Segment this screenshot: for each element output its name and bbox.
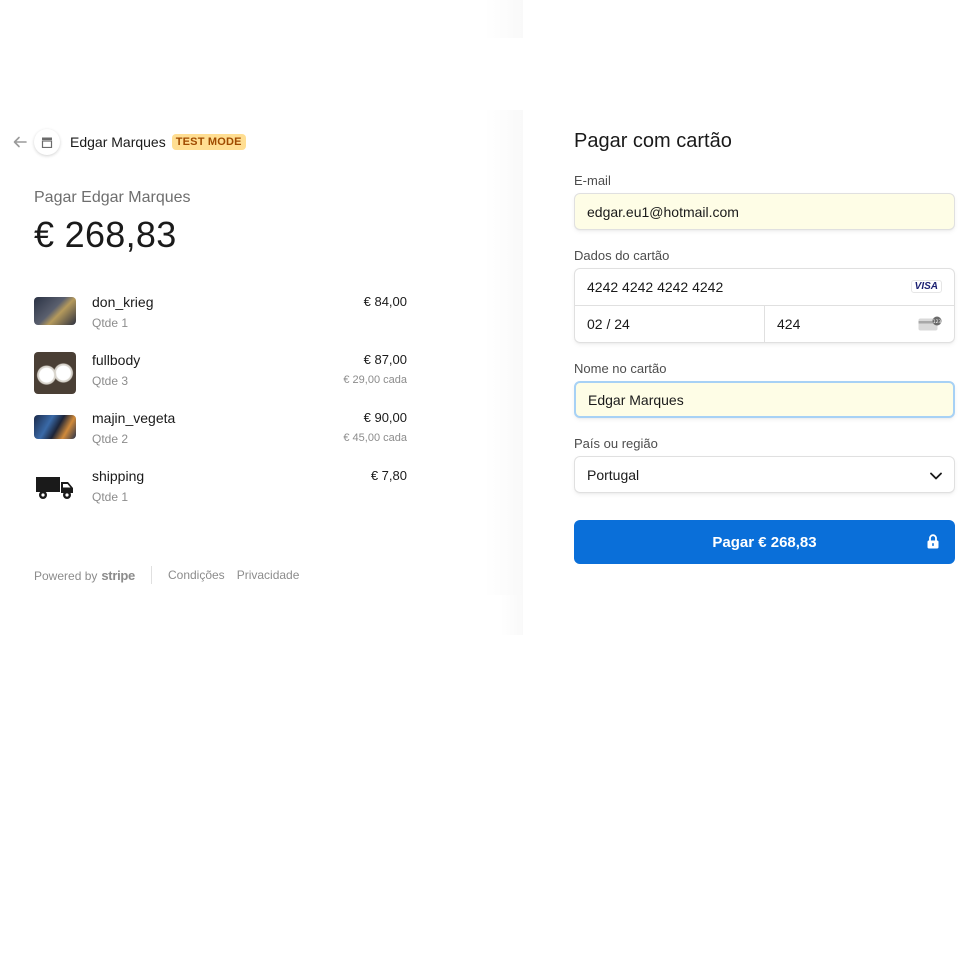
terms-link[interactable]: Condições <box>168 568 225 582</box>
store-icon <box>34 129 60 155</box>
stripe-logo: stripe <box>101 567 135 583</box>
card-group: Dados do cartão 4242 4242 4242 4242 VISA… <box>574 248 955 343</box>
pay-button-label: Pagar € 268,83 <box>712 533 817 551</box>
line-item: don_krieg Qtde 1 € 84,00 <box>34 294 407 352</box>
svg-text:123: 123 <box>933 319 942 325</box>
visa-icon: VISA <box>910 280 942 293</box>
cardholder-name-field[interactable]: Edgar Marques <box>574 381 955 418</box>
card-expiry-cvc-row: 02 / 24 424 123 <box>575 306 954 342</box>
pay-to-label: Pagar Edgar Marques <box>34 189 191 206</box>
card-number-field[interactable]: 4242 4242 4242 4242 <box>587 279 723 295</box>
item-price: € 90,00 <box>363 410 407 425</box>
item-name: fullbody <box>92 352 141 368</box>
product-thumbnail <box>34 352 76 394</box>
line-item: fullbody Qtde 3 € 87,00 € 29,00 cada <box>34 352 407 410</box>
checkout-header: Edgar Marques TEST MODE <box>10 127 246 157</box>
line-items-list: don_krieg Qtde 1 € 84,00 fullbody Qtde 3… <box>34 294 407 526</box>
cvc-field[interactable]: 424 123 <box>765 306 954 342</box>
test-mode-badge: TEST MODE <box>171 134 246 150</box>
powered-by-label: Powered by <box>34 568 98 583</box>
footer-divider <box>150 566 152 584</box>
product-thumbnail <box>34 297 76 325</box>
email-label: E-mail <box>574 173 611 188</box>
chevron-down-icon <box>930 467 942 483</box>
item-qty: Qtde 1 <box>92 490 129 504</box>
back-arrow-icon[interactable] <box>10 132 30 152</box>
name-group: Nome no cartão Edgar Marques <box>574 361 955 418</box>
cvc-value: 424 <box>777 316 801 332</box>
line-item: shipping Qtde 1 € 7,80 <box>34 468 407 526</box>
expiry-field[interactable]: 02 / 24 <box>575 306 765 342</box>
card-label: Dados do cartão <box>574 248 670 263</box>
item-qty: Qtde 3 <box>92 374 129 388</box>
item-price: € 84,00 <box>363 294 407 309</box>
privacy-link[interactable]: Privacidade <box>237 568 300 582</box>
pay-button[interactable]: Pagar € 268,83 <box>574 520 955 564</box>
country-select[interactable]: Portugal <box>574 456 955 493</box>
pane-divider-top <box>483 0 523 38</box>
total-amount: € 268,83 <box>34 214 177 255</box>
item-price: € 87,00 <box>363 352 407 367</box>
country-group: País ou região Portugal <box>574 436 955 493</box>
item-name: shipping <box>92 468 145 484</box>
country-value: Portugal <box>587 466 640 483</box>
item-name: majin_vegeta <box>92 410 176 426</box>
card-number-row[interactable]: 4242 4242 4242 4242 VISA <box>575 269 954 306</box>
powered-by-stripe[interactable]: Powered by stripe <box>34 568 135 583</box>
pane-divider <box>483 110 523 595</box>
cvc-icon: 123 <box>918 316 942 335</box>
merchant-name: Edgar Marques <box>70 134 166 150</box>
product-thumbnail <box>34 415 76 439</box>
item-unit-price: € 45,00 cada <box>343 432 407 444</box>
checkout-footer: Powered by stripe Condições Privacidade <box>34 566 311 584</box>
item-name: don_krieg <box>92 294 154 310</box>
form-title: Pagar com cartão <box>574 130 732 152</box>
item-qty: Qtde 1 <box>92 316 129 330</box>
item-qty: Qtde 2 <box>92 432 129 446</box>
payment-form: Pagar com cartão E-mail edgar.eu1@hotmai… <box>574 130 955 564</box>
pane-divider-bottom <box>500 595 523 635</box>
truck-icon <box>34 474 76 502</box>
line-item: majin_vegeta Qtde 2 € 90,00 € 45,00 cada <box>34 410 407 468</box>
expiry-value: 02 / 24 <box>587 316 630 332</box>
email-field[interactable]: edgar.eu1@hotmail.com <box>574 193 955 230</box>
card-details-box: 4242 4242 4242 4242 VISA 02 / 24 424 123 <box>574 268 955 343</box>
lock-icon <box>927 534 939 553</box>
name-label: Nome no cartão <box>574 361 667 376</box>
item-price: € 7,80 <box>370 468 407 483</box>
country-label: País ou região <box>574 436 658 451</box>
item-unit-price: € 29,00 cada <box>343 374 407 386</box>
email-group: E-mail edgar.eu1@hotmail.com <box>574 173 955 230</box>
